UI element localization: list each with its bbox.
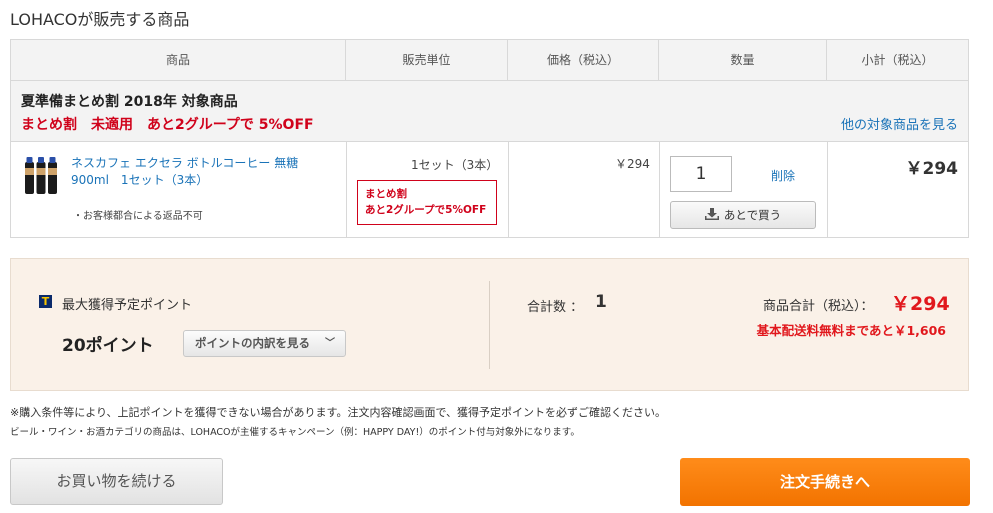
- quantity-input[interactable]: 1: [670, 156, 732, 192]
- sales-unit: 1セット（3本）: [411, 158, 499, 172]
- points-value: 20ポイント: [62, 336, 154, 356]
- order-summary: T 最大獲得予定ポイント 20ポイント ポイントの内訳を見る ﹀ 合計数 ： 1…: [10, 258, 969, 391]
- summary-divider: [489, 281, 490, 369]
- promo-badge: まとめ割 あと2グループで5%OFF: [357, 180, 497, 225]
- cart-table: 商品 販売単位 価格（税込） 数量 小計（税込） 夏準備まとめ割 2018年 対…: [10, 39, 969, 238]
- campaign-status: まとめ割 未適用 あと2グループで 5%OFF: [21, 117, 314, 133]
- total-price-value: ￥294: [891, 293, 950, 315]
- return-policy-note: ・お客様都合による返品不可: [73, 211, 203, 222]
- unit-price: ￥294: [615, 157, 650, 171]
- delete-link[interactable]: 削除: [771, 167, 795, 184]
- total-count-value: 1: [595, 292, 607, 312]
- save-for-later-button[interactable]: あとで買う: [670, 201, 816, 229]
- total-count-label: 合計数 ：: [527, 300, 584, 315]
- section-title: LOHACOが販売する商品: [10, 10, 190, 29]
- column-divider: [508, 142, 509, 237]
- header-price: 価格（税込）: [508, 40, 659, 80]
- item-subtotal: ￥294: [905, 159, 959, 179]
- other-items-link[interactable]: 他の対象商品を見る: [841, 114, 958, 133]
- product-name-link[interactable]: ネスカフェ エクセラ ボトルコーヒー 無糖 900ml 1セット（3本）: [71, 155, 311, 189]
- header-subtotal: 小計（税込）: [861, 53, 934, 67]
- campaign-group-row: 夏準備まとめ割 2018年 対象商品 まとめ割 未適用 あと2グループで 5%O…: [11, 81, 968, 142]
- header-quantity: 数量: [659, 40, 827, 80]
- chevron-down-icon: ﹀: [325, 338, 335, 349]
- save-for-later-label: あとで買う: [723, 208, 782, 222]
- tpoint-icon: T: [39, 295, 52, 308]
- column-divider: [346, 142, 347, 237]
- campaign-title: 夏準備まとめ割 2018年 対象商品: [21, 94, 238, 110]
- promo-line-1: まとめ割: [365, 188, 407, 200]
- promo-line-2: あと2グループで5%OFF: [365, 204, 487, 216]
- header-unit: 販売単位: [346, 40, 508, 80]
- points-breakdown-button[interactable]: ポイントの内訳を見る ﹀: [183, 330, 346, 357]
- download-icon: [704, 208, 719, 220]
- points-disclaimer: ※購入条件等により、上記ポイントを獲得できない場合があります。注文内容確認画面で…: [10, 406, 667, 419]
- points-breakdown-label: ポイントの内訳を見る: [195, 336, 310, 350]
- alcohol-disclaimer: ビール・ワイン・お酒カテゴリの商品は、LOHACOが主催するキャンペーン（例：H…: [10, 427, 580, 438]
- continue-shopping-button[interactable]: お買い物を続ける: [10, 458, 223, 505]
- column-divider: [659, 142, 660, 237]
- total-price-label: 商品合計（税込）：: [763, 299, 874, 314]
- checkout-button[interactable]: 注文手続きへ: [680, 458, 970, 506]
- free-shipping-note: 基本配送料無料まであと￥1,606: [756, 323, 946, 338]
- points-label: 最大獲得予定ポイント: [62, 298, 193, 313]
- cart-item-row: ネスカフェ エクセラ ボトルコーヒー 無糖 900ml 1セット（3本） ・お客…: [11, 142, 968, 237]
- product-image[interactable]: [23, 154, 59, 196]
- table-header: 商品 販売単位 価格（税込） 数量 小計（税込）: [11, 40, 968, 81]
- header-product: 商品: [11, 40, 346, 80]
- column-divider: [827, 142, 828, 237]
